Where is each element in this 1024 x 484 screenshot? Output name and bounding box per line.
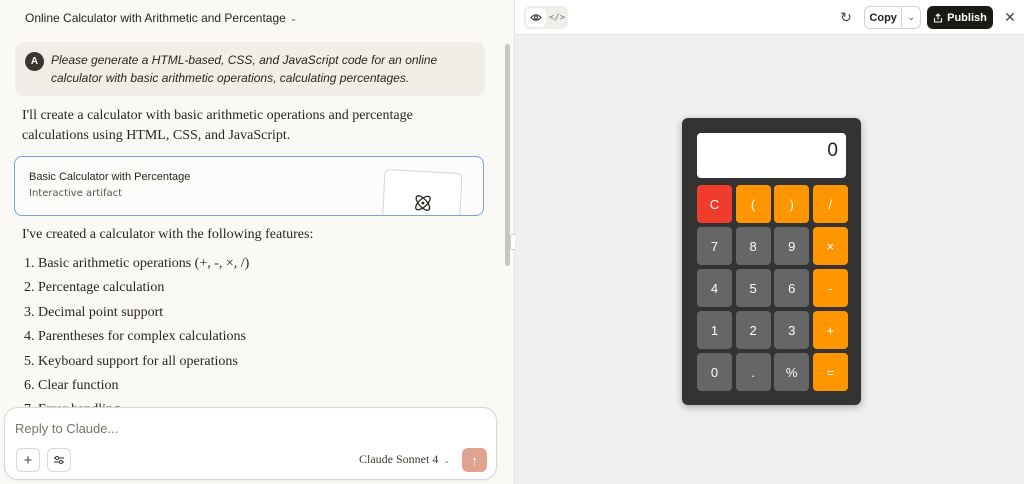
artifact-subtitle: Interactive artifact: [29, 188, 123, 199]
calc-key[interactable]: C: [697, 185, 732, 223]
features-list: 1. Basic arithmetic operations (+, -, ×,…: [24, 252, 249, 408]
arrow-up-icon: ↑: [471, 452, 478, 468]
copy-button[interactable]: Copy: [865, 7, 901, 28]
conversation-scroll-area[interactable]: A Please generate a HTML-based, CSS, and…: [0, 36, 514, 408]
chevron-down-icon: ⌄: [907, 12, 915, 22]
list-item: 2. Percentage calculation: [24, 280, 165, 296]
publish-label: Publish: [947, 11, 987, 24]
plus-icon: +: [23, 451, 33, 469]
calc-key[interactable]: 5: [735, 269, 771, 307]
list-item: 5. Keyboard support for all operations: [24, 353, 238, 369]
composer: + Claude Sonnet 4 ⌄ ↑: [4, 407, 497, 480]
share-icon: [934, 12, 943, 23]
calc-key[interactable]: 2: [735, 311, 771, 349]
calc-key[interactable]: %: [774, 353, 810, 391]
calc-key[interactable]: 4: [697, 269, 732, 307]
chevron-down-icon: ⌄: [443, 456, 451, 465]
calc-key[interactable]: 9: [774, 227, 810, 265]
chat-title: Online Calculator with Arithmetic and Pe…: [25, 11, 286, 25]
close-icon: ✕: [1004, 9, 1016, 25]
refresh-button[interactable]: ↻: [837, 8, 855, 26]
calculator: 0 C()/ 7 8 9 × 4 5 6- 1 2 3 +0.% =: [682, 118, 861, 405]
calc-key[interactable]: ×: [812, 227, 848, 265]
atom-icon: [415, 195, 431, 211]
calc-key[interactable]: .: [735, 353, 771, 391]
tools-button[interactable]: [47, 448, 71, 472]
chat-pane: Online Calculator with Arithmetic and Pe…: [0, 0, 514, 484]
list-item: 1. Basic arithmetic operations (+, -, ×,…: [24, 256, 250, 271]
calc-key[interactable]: 1: [697, 311, 732, 349]
add-attachment-button[interactable]: +: [16, 448, 40, 472]
refresh-icon: ↻: [840, 9, 852, 25]
model-name: Claude Sonnet 4: [359, 452, 439, 466]
features-intro: I've created a calculator with the follo…: [22, 227, 314, 242]
calculator-keypad: C()/ 7 8 9 × 4 5 6- 1 2 3 +0.% =: [697, 185, 848, 391]
calc-key[interactable]: /: [812, 185, 848, 223]
calc-key[interactable]: +: [812, 311, 848, 349]
reply-input[interactable]: [15, 419, 475, 437]
calc-key[interactable]: 8: [735, 227, 771, 265]
code-icon: </>: [548, 12, 566, 23]
eye-icon: [530, 14, 542, 21]
calculator-display: 0: [697, 133, 846, 178]
artifact-thumbnail: [381, 169, 463, 215]
calc-key[interactable]: -: [812, 269, 848, 307]
artifact-toolbar: </> ↻ Copy ⌄ Publish ✕: [515, 0, 1024, 35]
code-button[interactable]: </>: [548, 8, 566, 27]
calc-key[interactable]: (: [735, 185, 771, 223]
calc-key[interactable]: 0: [697, 353, 732, 391]
publish-button[interactable]: Publish: [927, 6, 993, 29]
scrollbar[interactable]: [505, 44, 510, 266]
chat-title-dropdown[interactable]: Online Calculator with Arithmetic and Pe…: [0, 0, 514, 36]
copy-options-button[interactable]: ⌄: [901, 7, 920, 28]
user-message-text: Please generate a HTML-based, CSS, and J…: [51, 53, 438, 85]
artifact-card[interactable]: Basic Calculator with Percentage Interac…: [14, 156, 484, 216]
calc-key[interactable]: 7: [697, 227, 732, 265]
avatar: A: [25, 52, 44, 71]
artifact-title: Basic Calculator with Percentage: [29, 171, 191, 183]
calc-key[interactable]: =: [812, 353, 848, 391]
preview-button[interactable]: [526, 8, 546, 27]
calc-key[interactable]: 6: [774, 269, 810, 307]
copy-group: Copy ⌄: [864, 6, 921, 29]
chevron-down-icon: ⌄: [289, 12, 298, 23]
artifact-pane: </> ↻ Copy ⌄ Publish ✕ 0 C()/ 7 8 9 × 4 5 6- 1 2 3…: [515, 0, 1024, 484]
calc-key[interactable]: 3: [774, 311, 810, 349]
sliders-icon: [54, 455, 64, 465]
close-button[interactable]: ✕: [1002, 8, 1018, 26]
view-toggle: </>: [524, 6, 568, 29]
user-message: A Please generate a HTML-based, CSS, and…: [15, 42, 485, 96]
calc-key[interactable]: ): [774, 185, 810, 223]
assistant-intro: I'll create a calculator with basic arit…: [22, 108, 413, 143]
list-item: 3. Decimal point support: [24, 304, 164, 320]
list-item: 6. Clear function: [24, 377, 119, 393]
list-item: 4. Parentheses for complex calculations: [24, 329, 246, 345]
send-button[interactable]: ↑: [462, 448, 487, 472]
model-selector[interactable]: Claude Sonnet 4 ⌄: [359, 452, 450, 467]
